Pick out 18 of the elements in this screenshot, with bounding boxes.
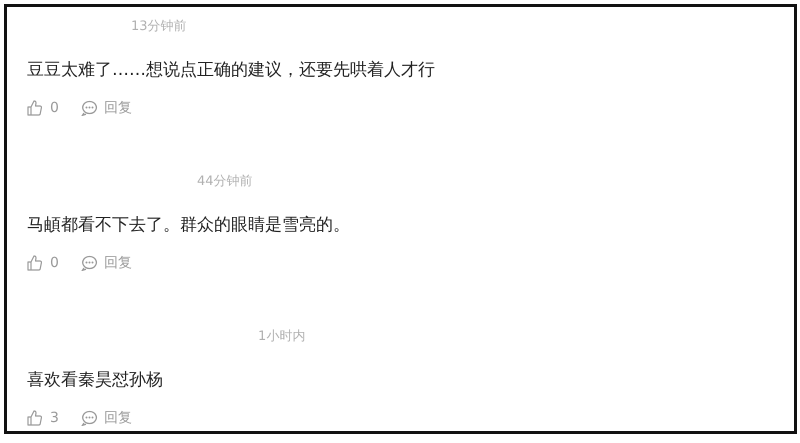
thumbs-up-icon[interactable] (27, 100, 42, 116)
speech-bubble-icon[interactable] (80, 100, 98, 116)
speech-bubble-icon[interactable] (80, 410, 98, 426)
comment-text: 喜欢看秦昊怼孙杨 (27, 369, 163, 392)
comment-time: 13分钟前 (131, 18, 187, 36)
speech-bubble-icon[interactable] (80, 255, 98, 271)
comment-time: 1小时内 (258, 328, 306, 346)
comment-text: 豆豆太难了……想说点正确的建议，还要先哄着人才行 (27, 59, 435, 82)
comment-text: 马頔都看不下去了。群众的眼睛是雪亮的。 (27, 214, 350, 237)
reply-link[interactable]: 回复 (104, 254, 132, 272)
reply-link[interactable]: 回复 (104, 409, 132, 427)
like-count: 3 (50, 410, 59, 426)
like-count: 0 (50, 255, 59, 271)
comment-time: 44分钟前 (197, 173, 253, 191)
reply-link[interactable]: 回复 (104, 99, 132, 117)
like-count: 0 (50, 100, 59, 116)
thumbs-up-icon[interactable] (27, 410, 42, 426)
thumbs-up-icon[interactable] (27, 255, 42, 271)
